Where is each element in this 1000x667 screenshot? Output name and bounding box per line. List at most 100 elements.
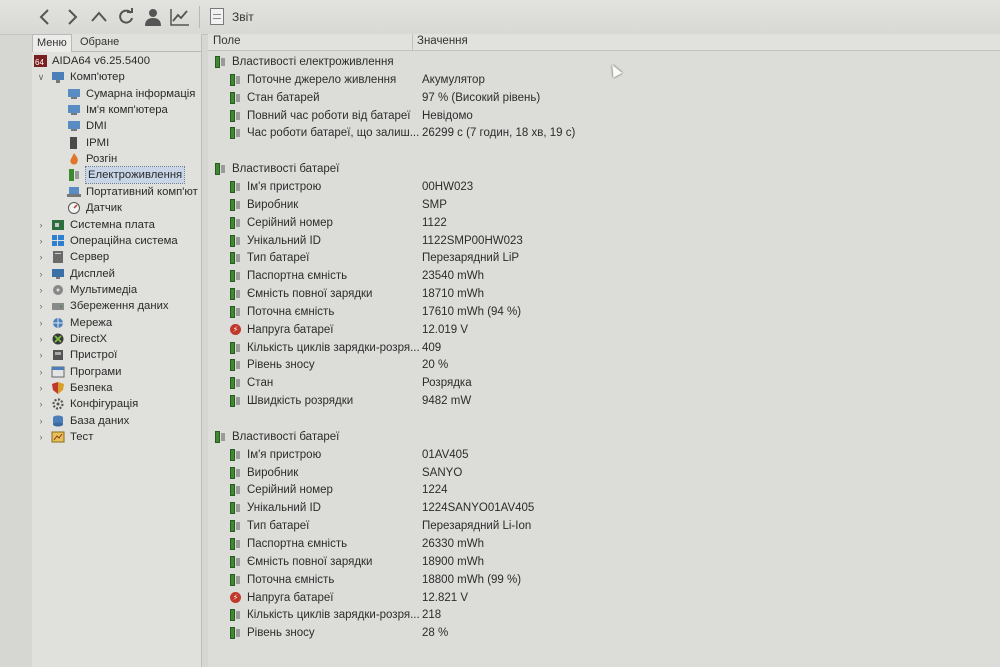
back-arrow-icon[interactable] xyxy=(33,5,57,29)
expand-arrow-icon[interactable]: › xyxy=(36,413,46,429)
tree-item[interactable]: › Сервер xyxy=(32,249,201,265)
tree-item-label: Мультимедіа xyxy=(70,283,138,296)
property-value: 1224 xyxy=(422,484,448,497)
property-row[interactable]: Час роботи батареї, що залиш... 26299 с (… xyxy=(213,124,993,142)
expand-arrow-icon[interactable]: › xyxy=(36,380,46,396)
user-icon[interactable] xyxy=(141,5,165,29)
collapse-arrow-icon[interactable]: ∨ xyxy=(36,69,46,85)
property-row[interactable]: Серійний номер 1122 xyxy=(213,214,993,232)
tree-item[interactable]: Сумарна інформація xyxy=(32,86,201,102)
column-header-field[interactable]: Поле xyxy=(213,35,241,47)
tab-menu[interactable]: Меню xyxy=(32,34,72,52)
expand-arrow-icon[interactable]: › xyxy=(36,233,46,249)
tree-item[interactable]: › Програми xyxy=(32,364,201,380)
tree-item[interactable]: Розгін xyxy=(32,151,201,167)
tree-item[interactable]: ∨ Комп'ютер xyxy=(32,69,201,85)
tree-item[interactable]: › Тест xyxy=(32,429,201,445)
report-button-label[interactable]: Звіт xyxy=(232,10,254,24)
section-header[interactable]: Властивості електроживлення xyxy=(213,53,993,71)
expand-arrow-icon[interactable]: › xyxy=(36,315,46,331)
property-name: Ємність повної зарядки xyxy=(247,288,373,301)
expand-arrow-icon[interactable]: › xyxy=(36,266,46,282)
chart-line-icon[interactable] xyxy=(168,5,192,29)
property-row[interactable]: Тип батареї Перезарядний LiP xyxy=(213,249,993,267)
expand-arrow-icon[interactable]: › xyxy=(36,347,46,363)
computer-icon xyxy=(51,71,64,84)
column-header-value[interactable]: Значення xyxy=(417,35,468,47)
tree-item[interactable]: Ім'я комп'ютера xyxy=(32,102,201,118)
tree-item[interactable]: › Мультимедіа xyxy=(32,282,201,298)
property-row[interactable]: Повний час роботи від батареї Невідомо xyxy=(213,107,993,125)
property-row[interactable]: Рівень зносу 28 % xyxy=(213,624,993,642)
tree-item[interactable]: › Конфігурація xyxy=(32,396,201,412)
property-row[interactable]: Поточна ємність 17610 mWh (94 %) xyxy=(213,303,993,321)
property-row[interactable]: Швидкість розрядки 9482 mW xyxy=(213,392,993,410)
expand-arrow-icon[interactable]: › xyxy=(36,217,46,233)
property-row[interactable]: Ім'я пристрою 00HW023 xyxy=(213,178,993,196)
property-row[interactable]: Ємність повної зарядки 18900 mWh xyxy=(213,553,993,571)
expand-arrow-icon[interactable]: › xyxy=(36,429,46,445)
property-row[interactable]: Унікальний ID 1122SMP00HW023 xyxy=(213,232,993,250)
tree-item[interactable]: IPMI xyxy=(32,135,201,151)
property-name: Повний час роботи від батареї xyxy=(247,109,411,122)
navigation-panel: Меню Обране 64 AIDA64 v6.25.5400 ∨ Комп'юте… xyxy=(32,34,202,667)
property-row[interactable]: Кількість циклів зарядки-розря... 409 xyxy=(213,339,993,357)
tree-item[interactable]: › Збереження даних xyxy=(32,298,201,314)
tree-item[interactable]: › DirectX xyxy=(32,331,201,347)
property-row[interactable]: Стан батарей 97 % (Високий рівень) xyxy=(213,89,993,107)
property-row[interactable]: Паспортна ємність 23540 mWh xyxy=(213,267,993,285)
property-row[interactable]: Тип батареї Перезарядний Li-Ion xyxy=(213,517,993,535)
tree-item[interactable]: › Операційна система xyxy=(32,233,201,249)
property-value: 00HW023 xyxy=(422,180,474,193)
expand-arrow-icon[interactable]: › xyxy=(36,298,46,314)
expand-arrow-icon[interactable]: › xyxy=(36,331,46,347)
tree-item[interactable]: Портативний комп'ют xyxy=(32,184,201,200)
property-value: 218 xyxy=(422,609,442,622)
expand-arrow-icon[interactable]: › xyxy=(36,282,46,298)
tree-item[interactable]: Електроживлення xyxy=(32,166,201,185)
tree-item[interactable]: › Пристрої xyxy=(32,347,201,363)
property-row[interactable]: Паспортна ємність 26330 mWh xyxy=(213,535,993,553)
property-row[interactable]: Серійний номер 1224 xyxy=(213,481,993,499)
property-row[interactable]: Рівень зносу 20 % xyxy=(213,356,993,374)
tree-item[interactable]: › Безпека xyxy=(32,380,201,396)
tree-item[interactable]: › База даних xyxy=(32,413,201,429)
toolbar: Звіт xyxy=(0,0,1000,35)
property-row[interactable]: Виробник SANYO xyxy=(213,464,993,482)
up-arrow-icon[interactable] xyxy=(87,5,111,29)
property-value: 23540 mWh xyxy=(422,270,485,283)
tree-item-label: Розгін xyxy=(86,153,118,166)
expand-arrow-icon[interactable]: › xyxy=(36,364,46,380)
expand-arrow-icon[interactable]: › xyxy=(36,249,46,265)
property-value: 26330 mWh xyxy=(422,537,485,550)
report-document-icon[interactable] xyxy=(210,8,224,25)
tree-item[interactable]: Датчик xyxy=(32,200,201,216)
tree-item[interactable]: › Системна плата xyxy=(32,217,201,233)
property-row[interactable]: Виробник SMP xyxy=(213,196,993,214)
section-header[interactable]: Властивості батареї xyxy=(213,160,993,178)
tab-favorites[interactable]: Обране xyxy=(76,34,123,51)
property-name: Кількість циклів зарядки-розря... xyxy=(247,609,420,622)
property-row[interactable]: Ім'я пристрою 01AV405 xyxy=(213,446,993,464)
property-name: Тип батареї xyxy=(247,520,310,533)
tree-item[interactable]: › Мережа xyxy=(32,315,201,331)
property-row[interactable]: ⚡ Напруга батареї 12.821 V xyxy=(213,589,993,607)
column-divider[interactable] xyxy=(412,34,413,50)
voltage-bolt-icon: ⚡ xyxy=(230,323,241,335)
section-header[interactable]: Властивості батареї xyxy=(213,428,993,446)
property-row[interactable]: ⚡ Напруга батареї 12.019 V xyxy=(213,321,993,339)
property-row[interactable]: Поточна ємність 18800 mWh (99 %) xyxy=(213,571,993,589)
tree-item-label: База даних xyxy=(70,414,130,427)
property-row[interactable]: Стан Розрядка xyxy=(213,374,993,392)
refresh-icon[interactable] xyxy=(114,5,138,29)
property-value: 12.821 V xyxy=(422,591,469,604)
forward-arrow-icon[interactable] xyxy=(60,5,84,29)
tree-item[interactable]: › Дисплей xyxy=(32,266,201,282)
property-row[interactable]: Ємність повної зарядки 18710 mWh xyxy=(213,285,993,303)
property-row[interactable]: Унікальний ID 1224SANYO01AV405 xyxy=(213,499,993,517)
expand-arrow-icon[interactable]: › xyxy=(36,396,46,412)
tree-item[interactable]: 64 AIDA64 v6.25.5400 xyxy=(32,53,201,69)
tree-item[interactable]: DMI xyxy=(32,118,201,134)
property-row[interactable]: Кількість циклів зарядки-розря... 218 xyxy=(213,606,993,624)
property-row[interactable]: Поточне джерело живлення Акумулятор xyxy=(213,71,993,89)
